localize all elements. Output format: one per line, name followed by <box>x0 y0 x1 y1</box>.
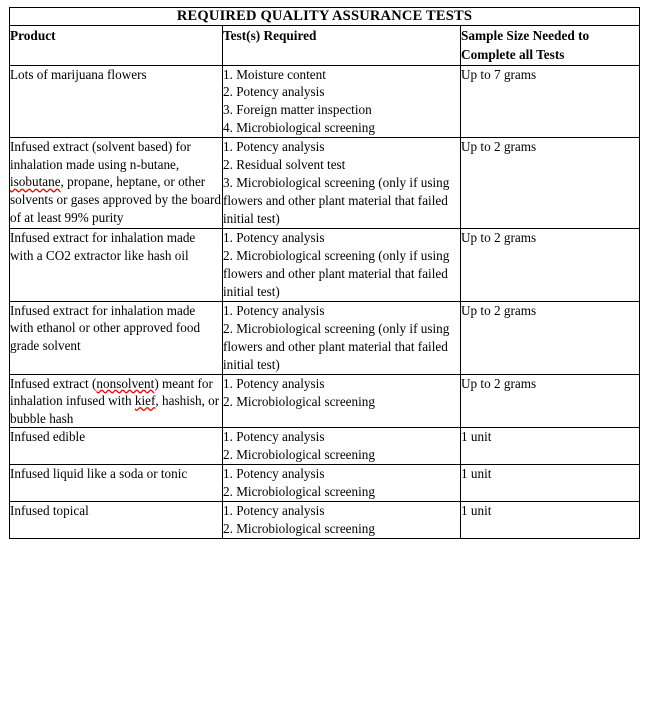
table-row: Infused extract (solvent based) for inha… <box>9 137 641 230</box>
table-row: Infused topical 1. Potency analysis 2. Mi… <box>9 501 641 540</box>
cell-sample-size: 1 unit <box>459 427 641 466</box>
cell-sample-size: Up to 7 grams <box>459 64 641 139</box>
cell-tests: 1. Potency analysis 2. Microbiological sc… <box>222 228 461 302</box>
cell-tests: 1. Potency analysis 2. Microbiological sc… <box>222 427 461 466</box>
cell-product: Infused topical <box>9 501 223 540</box>
cell-product: Infused edible <box>9 427 223 466</box>
cell-tests: 1. Potency analysis 2. Microbiological sc… <box>222 501 461 540</box>
test-item: 1. Potency analysis <box>223 139 325 155</box>
tests-list: 1. Potency analysis 2. Microbiological sc… <box>223 375 460 411</box>
tests-list: 1. Potency analysis 2. Microbiological sc… <box>223 502 460 538</box>
test-item: 1. Potency analysis <box>223 466 325 482</box>
test-item: 2. Microbiological screening <box>223 484 375 500</box>
cell-product: Infused extract for inhalation made with… <box>9 300 223 375</box>
cell-product: Infused extract (nonsolvent) meant for i… <box>9 373 223 429</box>
cell-sample-size: Up to 2 grams <box>459 137 641 230</box>
tests-list: 1. Potency analysis 2. Microbiological sc… <box>223 229 460 301</box>
test-item: 1. Potency analysis <box>223 230 325 246</box>
test-item: 2. Microbiological screening <box>223 447 375 463</box>
tests-list: 1. Potency analysis 2. Microbiological sc… <box>223 428 460 464</box>
test-item: 3. Microbiological screening (only if us… <box>223 175 450 227</box>
test-item: 1. Potency analysis <box>223 302 325 318</box>
tests-list: 1. Potency analysis 2. Residual solvent t… <box>223 138 460 228</box>
tests-list: 1. Moisture content 2. Potency analysis 3.… <box>223 66 460 138</box>
tests-list: 1. Potency analysis 2. Microbiological sc… <box>223 302 460 374</box>
cell-tests: 1. Moisture content 2. Potency analysis 3.… <box>222 64 461 139</box>
cell-tests: 1. Potency analysis 2. Microbiological sc… <box>222 373 461 429</box>
test-item: 2. Residual solvent test <box>223 157 346 173</box>
table-title-row: REQUIRED QUALITY ASSURANCE TESTS <box>8 7 641 26</box>
column-header-tests-required: Test(s) Required <box>222 25 461 66</box>
cell-product: Infused extract (solvent based) for inha… <box>9 137 223 230</box>
column-header-sample-size-line-2: Complete all Tests <box>461 47 565 63</box>
test-item: 2. Potency analysis <box>223 84 325 100</box>
test-item: 2. Microbiological screening (only if us… <box>223 320 450 372</box>
cell-sample-size: Up to 2 grams <box>459 373 641 429</box>
cell-sample-size: 1 unit <box>459 464 641 503</box>
test-item: 3. Foreign matter inspection <box>223 102 372 118</box>
table-row: Infused liquid like a soda or tonic 1. P… <box>9 464 641 503</box>
table-title: REQUIRED QUALITY ASSURANCE TESTS <box>8 7 641 26</box>
test-item: 1. Potency analysis <box>223 503 325 519</box>
table-header-row: Product Test(s) Required Sample Size Nee… <box>9 25 641 66</box>
test-item: 2. Microbiological screening (only if us… <box>223 248 450 299</box>
table-row: Infused extract for inhalation made with… <box>9 228 641 302</box>
test-item: 2. Microbiological screening <box>223 521 375 537</box>
cell-tests: 1. Potency analysis 2. Microbiological sc… <box>222 464 461 503</box>
cell-sample-size: Up to 2 grams <box>459 300 641 375</box>
cell-sample-size: 1 unit <box>459 501 641 540</box>
test-item: 4. Microbiological screening <box>223 120 375 136</box>
cell-product: Lots of marijuana flowers <box>9 64 223 139</box>
tests-list: 1. Potency analysis 2. Microbiological sc… <box>223 465 460 501</box>
cell-product: Infused extract for inhalation made with… <box>9 228 223 302</box>
column-header-sample-size-line-1: Sample Size Needed to <box>461 28 590 43</box>
cell-tests: 1. Potency analysis 2. Residual solvent t… <box>222 137 461 230</box>
test-item: 1. Potency analysis <box>223 429 325 445</box>
test-item: 1. Potency analysis <box>223 375 325 391</box>
cell-product: Infused liquid like a soda or tonic <box>9 464 223 503</box>
quality-assurance-tests-table: REQUIRED QUALITY ASSURANCE TESTS Product… <box>8 7 641 540</box>
test-item: 2. Microbiological screening <box>223 393 375 409</box>
cell-sample-size: Up to 2 grams <box>459 228 641 302</box>
table-row: Infused extract for inhalation made with… <box>9 300 641 375</box>
table-body: REQUIRED QUALITY ASSURANCE TESTS Product… <box>8 7 641 540</box>
test-item: 1. Moisture content <box>223 66 326 82</box>
column-header-sample-size: Sample Size Needed to Complete all Tests <box>459 25 641 66</box>
table-row: Infused extract (nonsolvent) meant for i… <box>9 373 641 429</box>
cell-tests: 1. Potency analysis 2. Microbiological sc… <box>222 300 461 375</box>
table-row: Lots of marijuana flowers 1. Moisture co… <box>9 64 641 139</box>
column-header-product: Product <box>9 25 223 66</box>
table-row: Infused edible 1. Potency analysis 2. Mic… <box>9 427 641 466</box>
document-page: REQUIRED QUALITY ASSURANCE TESTS Product… <box>0 0 648 704</box>
